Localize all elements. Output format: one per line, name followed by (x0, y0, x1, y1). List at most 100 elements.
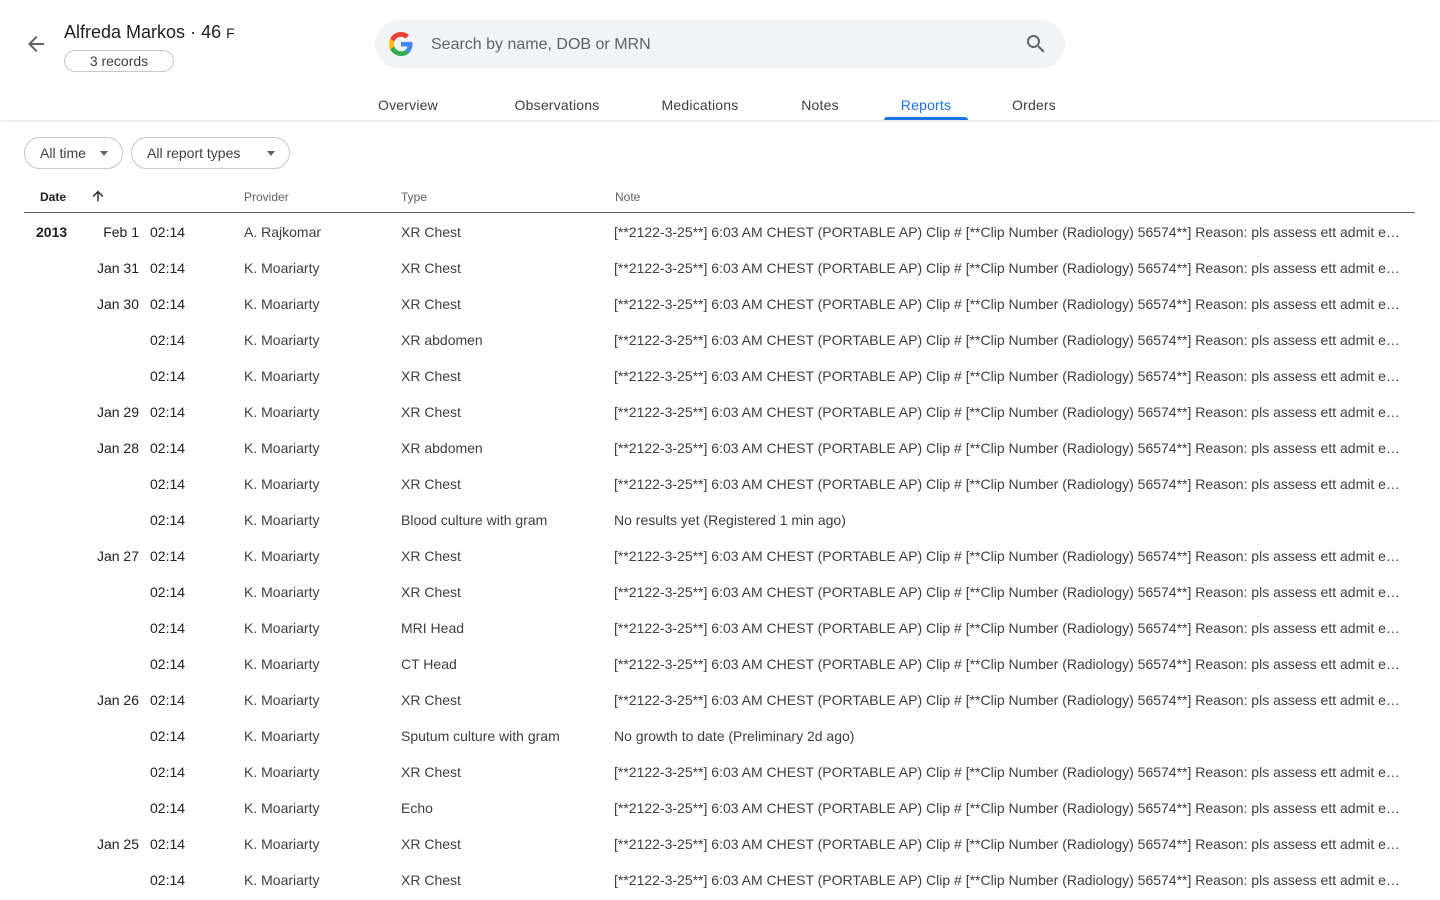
column-header-provider[interactable]: Provider (244, 190, 289, 204)
row-provider: K. Moariarty (244, 620, 320, 636)
table-row[interactable]: 02:14 K. Moariarty Sputum culture with gra… (24, 718, 1415, 754)
arrow-back-icon (28, 36, 44, 52)
row-type: Echo (401, 800, 433, 816)
table-row[interactable]: 02:14 K. Moariarty XR Chest [**2122-3-25**]… (24, 862, 1415, 898)
column-header-date[interactable]: Date (40, 190, 104, 204)
row-provider: K. Moariarty (244, 728, 320, 744)
table-row[interactable]: 02:14 K. Moariarty Blood culture with gram… (24, 502, 1415, 538)
row-type: MRI Head (401, 620, 465, 636)
row-time: 02:14 (150, 620, 186, 636)
row-note: [**2122-3-25**] 6:03 AM CHEST (PORTABLE … (614, 404, 1400, 420)
patient-name: Alfreda Markos (64, 22, 186, 42)
row-note: [**2122-3-25**] 6:03 AM CHEST (PORTABLE … (614, 368, 1400, 384)
table-row[interactable]: Jan 27 02:14 K. Moariarty XR Chest [**2122-3… (24, 538, 1415, 574)
row-provider: K. Moariarty (244, 404, 320, 420)
tab-bar: Overview Observations Medications Notes … (0, 88, 1440, 120)
tab-notes[interactable]: Notes (790, 88, 850, 120)
table-row[interactable]: Jan 31 02:14 K. Moariarty XR Chest [**2122-3… (24, 250, 1415, 286)
row-type: XR Chest (401, 260, 461, 276)
row-day: Jan 31 (96, 260, 139, 276)
row-time: 02:14 (150, 296, 186, 312)
row-provider: K. Moariarty (244, 440, 320, 456)
row-type: XR Chest (401, 836, 461, 852)
column-header-type[interactable]: Type (401, 190, 427, 204)
row-type: XR Chest (401, 368, 461, 384)
row-note: [**2122-3-25**] 6:03 AM CHEST (PORTABLE … (614, 224, 1400, 240)
report-type-filter-dropdown[interactable]: All report types (131, 137, 290, 169)
row-time: 02:14 (150, 548, 186, 564)
tab-orders[interactable]: Orders (1000, 88, 1068, 120)
records-count: 3 records (89, 53, 149, 69)
row-time: 02:14 (150, 800, 186, 816)
row-provider: K. Moariarty (244, 800, 320, 816)
table-row[interactable]: Jan 30 02:14 K. Moariarty XR Chest [**2122-3… (24, 286, 1415, 322)
reports-table-body: 2013 Feb 1 02:14 A. Rajkomar XR Chest [**2122… (24, 214, 1415, 898)
table-row[interactable]: Jan 28 02:14 K. Moariarty XR abdomen [**2122… (24, 430, 1415, 466)
table-row[interactable]: Jan 29 02:14 K. Moariarty XR Chest [**2122-3… (24, 394, 1415, 430)
row-provider: A. Rajkomar (244, 224, 322, 240)
google-logo-icon (389, 32, 413, 56)
table-row[interactable]: 02:14 K. Moariarty XR abdomen [**2122-3-25*… (24, 322, 1415, 358)
row-time: 02:14 (150, 836, 186, 852)
search-bar[interactable] (375, 20, 1065, 68)
row-day: Jan 25 (96, 836, 139, 852)
row-note: No growth to date (Preliminary 2d ago) (614, 728, 855, 744)
row-note: [**2122-3-25**] 6:03 AM CHEST (PORTABLE … (614, 620, 1400, 636)
table-row[interactable]: 02:14 K. Moariarty Echo [**2122-3-25**] 6:0… (24, 790, 1415, 826)
row-type: XR Chest (401, 692, 461, 708)
row-day: Jan 26 (96, 692, 139, 708)
table-row[interactable]: 02:14 K. Moariarty XR Chest [**2122-3-25**]… (24, 754, 1415, 790)
table-row[interactable]: 02:14 K. Moariarty XR Chest [**2122-3-25**]… (24, 358, 1415, 394)
row-note: No results yet (Registered 1 min ago) (614, 512, 846, 528)
row-note: [**2122-3-25**] 6:03 AM CHEST (PORTABLE … (614, 764, 1400, 780)
table-row[interactable]: Jan 25 02:14 K. Moariarty XR Chest [**2122-3… (24, 826, 1415, 862)
row-note: [**2122-3-25**] 6:03 AM CHEST (PORTABLE … (614, 332, 1400, 348)
back-button[interactable] (20, 28, 52, 60)
row-time: 02:14 (150, 368, 186, 384)
tab-observations[interactable]: Observations (500, 88, 614, 120)
row-type: XR Chest (401, 224, 461, 240)
row-time: 02:14 (150, 476, 186, 492)
row-time: 02:14 (150, 872, 186, 888)
row-provider: K. Moariarty (244, 476, 320, 492)
row-note: [**2122-3-25**] 6:03 AM CHEST (PORTABLE … (614, 836, 1400, 852)
dropdown-arrow-icon (267, 151, 275, 156)
table-row[interactable]: 02:14 K. Moariarty CT Head [**2122-3-25**] … (24, 646, 1415, 682)
tab-medications[interactable]: Medications (648, 88, 752, 120)
row-provider: K. Moariarty (244, 584, 320, 600)
column-header-note[interactable]: Note (615, 190, 640, 204)
search-input[interactable] (429, 30, 1013, 60)
row-time: 02:14 (150, 584, 186, 600)
row-type: XR Chest (401, 872, 461, 888)
row-time: 02:14 (150, 404, 186, 420)
table-row[interactable]: 2013 Feb 1 02:14 A. Rajkomar XR Chest [**2122… (24, 214, 1415, 250)
dropdown-arrow-icon (100, 151, 108, 156)
tab-reports[interactable]: Reports (884, 88, 968, 120)
table-row[interactable]: 02:14 K. Moariarty XR Chest [**2122-3-25**]… (24, 574, 1415, 610)
row-type: Blood culture with gram (401, 512, 548, 528)
row-note: [**2122-3-25**] 6:03 AM CHEST (PORTABLE … (614, 800, 1400, 816)
table-row[interactable]: Jan 26 02:14 K. Moariarty XR Chest [**2122-3… (24, 682, 1415, 718)
row-provider: K. Moariarty (244, 656, 320, 672)
time-filter-label: All time (40, 145, 86, 161)
tab-overview[interactable]: Overview (362, 88, 454, 120)
row-provider: K. Moariarty (244, 764, 320, 780)
patient-title: Alfreda Markos · 46 F (64, 22, 235, 42)
row-provider: K. Moariarty (244, 512, 320, 528)
row-day: Feb 1 (103, 224, 139, 240)
table-row[interactable]: 02:14 K. Moariarty XR Chest [**2122-3-25**]… (24, 466, 1415, 502)
row-provider: K. Moariarty (244, 260, 320, 276)
report-type-filter-label: All report types (147, 145, 241, 161)
table-row[interactable]: 02:14 K. Moariarty MRI Head [**2122-3-25**]… (24, 610, 1415, 646)
row-time: 02:14 (150, 260, 186, 276)
time-filter-dropdown[interactable]: All time (24, 137, 123, 169)
row-provider: K. Moariarty (244, 548, 320, 564)
row-time: 02:14 (150, 764, 186, 780)
row-type: XR abdomen (401, 332, 483, 348)
row-type: XR Chest (401, 476, 461, 492)
app-header: Alfreda Markos · 46 F 3 records Overview… (0, 0, 1440, 120)
records-chip[interactable]: 3 records (64, 50, 174, 72)
row-note: [**2122-3-25**] 6:03 AM CHEST (PORTABLE … (614, 296, 1400, 312)
row-time: 02:14 (150, 656, 186, 672)
search-icon[interactable] (1024, 32, 1048, 56)
